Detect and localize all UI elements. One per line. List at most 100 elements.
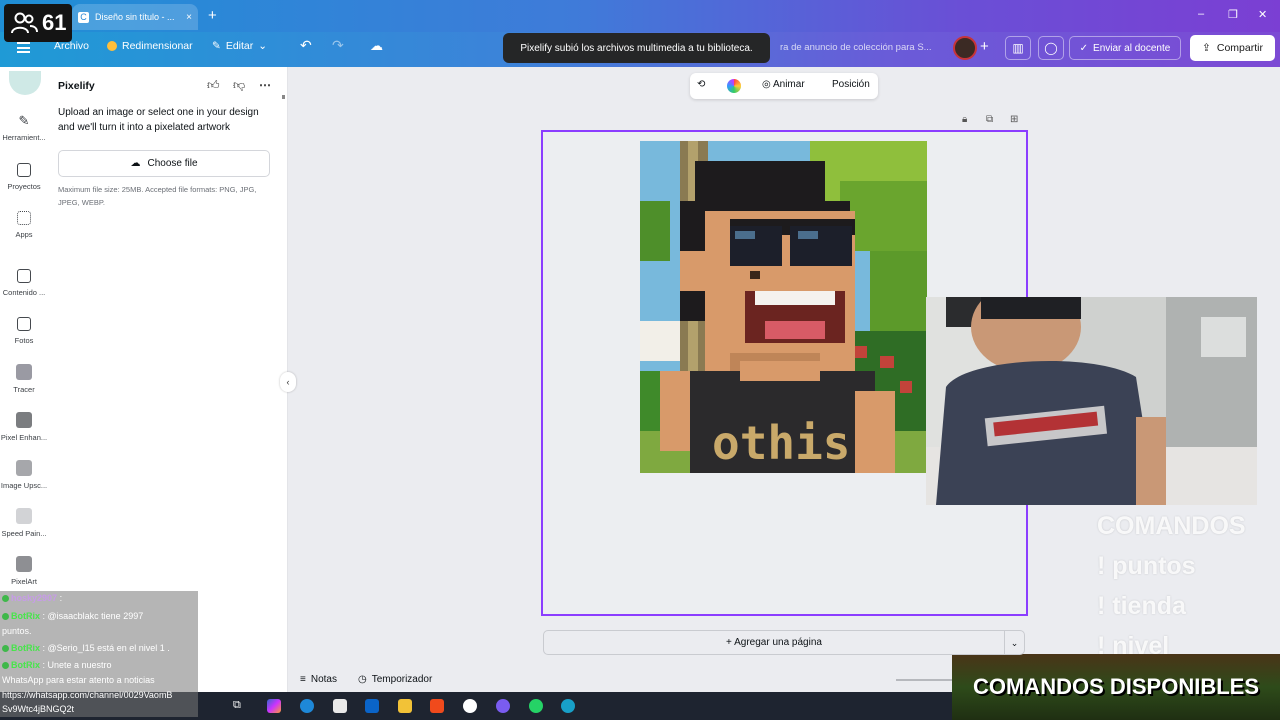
add-collaborator-button[interactable]: + [980, 38, 989, 55]
menu-icon[interactable] [17, 42, 30, 53]
add-page-icon[interactable]: ⊞ [1010, 114, 1018, 125]
store-icon[interactable] [333, 699, 347, 713]
cloud-save-icon[interactable]: ☁ [370, 38, 383, 54]
pixel-portrait-illustration: othis [640, 141, 927, 473]
rail-label: Herramient... [2, 133, 46, 142]
pixel-enhancer-app-icon [16, 412, 32, 428]
resize-label: Redimensionar [122, 40, 193, 52]
insights-chart-icon[interactable]: ▥ [1005, 36, 1031, 60]
rail-item-content[interactable]: Contenido ... [0, 269, 48, 297]
rail-item-photos[interactable]: Fotos [0, 317, 48, 345]
lock-icon[interactable]: 🔒︎ [962, 114, 967, 125]
task-view-icon[interactable]: ⧉ [233, 699, 247, 713]
close-window-button[interactable]: ✕ [1258, 8, 1267, 21]
edge-browser-icon[interactable] [300, 699, 314, 713]
whatsapp-icon[interactable] [529, 699, 543, 713]
file-explorer-icon[interactable] [398, 699, 412, 713]
zoom-slider[interactable] [896, 679, 952, 681]
rail-item-tracer[interactable]: Tracer [0, 364, 48, 394]
chat-message: https://whatsapp.com/channel/0029VaomB [2, 690, 173, 700]
add-page-chevron-icon[interactable]: ⌄ [1004, 630, 1025, 655]
browser-tab-strip: C Diseño sin título - ... × + – ❐ ✕ [0, 0, 1280, 32]
speed-painter-app-icon [16, 508, 32, 524]
check-circle-icon: ✓ [1079, 42, 1089, 54]
collapse-panel-button[interactable]: ‹ [280, 372, 296, 392]
add-page-button[interactable]: + Agregar una página [543, 630, 1005, 655]
discord-icon[interactable] [496, 699, 510, 713]
rail-item-pixel-enhancer[interactable]: Pixel Enhan... [0, 412, 48, 442]
new-tab-button[interactable]: + [208, 7, 217, 24]
maximize-button[interactable]: ❐ [1228, 8, 1238, 21]
command-item: ! puntos [1097, 552, 1196, 580]
minimize-button[interactable]: – [1198, 8, 1204, 20]
share-button[interactable]: ⇪ Compartir [1190, 35, 1275, 61]
timer-button[interactable]: ◷ Temporizador [358, 674, 432, 685]
commands-header: COMANDOS [1097, 512, 1246, 540]
timer-icon: ◷ [358, 674, 367, 685]
panel-title: Pixelify [58, 80, 95, 92]
element-toolbar: ⟲ ◎ Animar Posición [690, 73, 878, 99]
color-wheel-icon [727, 79, 741, 93]
rail-label: Pixel Enhan... [0, 433, 48, 442]
rail-label: Proyectos [7, 182, 41, 191]
rail-item-projects[interactable]: Proyectos [0, 163, 48, 191]
copilot-icon[interactable] [267, 699, 281, 713]
notes-button[interactable]: ≡ Notas [300, 674, 337, 685]
rail-item-tools[interactable]: ✎ Herramient... [0, 113, 48, 143]
more-options-icon[interactable]: ⋯ [259, 78, 271, 92]
canva-app-icon[interactable] [561, 699, 575, 713]
rail-item-apps[interactable]: Apps [0, 211, 48, 239]
panel-description: Upload an image or select one in your de… [58, 107, 259, 133]
undo-icon[interactable]: ↶ [300, 37, 312, 54]
user-avatar[interactable] [953, 36, 977, 60]
send-teacher-label: Enviar al docente [1093, 42, 1171, 54]
pencil-icon: ✎ [212, 40, 221, 52]
chevron-down-icon: ⌄ [258, 40, 268, 52]
tracer-app-icon [16, 364, 32, 380]
document-title[interactable]: ra de anuncio de colección para S... [780, 42, 936, 53]
thumbs-down-icon[interactable]: 👎︎ [233, 78, 245, 93]
animate-button[interactable]: ◎ Animar [762, 79, 805, 90]
apps-grid-icon [17, 211, 31, 225]
duplicate-page-icon[interactable]: ⧉ [986, 114, 993, 125]
notes-label: Notas [310, 674, 337, 685]
position-button[interactable]: Posición [832, 79, 870, 90]
choose-file-button[interactable]: ☁ Choose file [58, 150, 270, 177]
tab-close-icon[interactable]: × [186, 12, 192, 23]
crown-icon [107, 41, 117, 51]
obs-icon[interactable] [463, 699, 477, 713]
chat-message: BotRix : Unete a nuestro [2, 660, 112, 670]
rail-item-pixelart[interactable]: PixelArt [0, 556, 48, 586]
chat-message: BotRix : @Serio_l15 está en el nivel 1 . [2, 643, 170, 653]
color-picker[interactable] [727, 79, 741, 93]
pixelart-app-icon [16, 556, 32, 572]
brave-browser-icon[interactable] [430, 699, 444, 713]
magic-edit-icon[interactable]: ⟲ [697, 79, 705, 90]
send-to-teacher-button[interactable]: ✓ Enviar al docente [1069, 36, 1181, 60]
photo-icon [17, 317, 31, 331]
edit-menu[interactable]: ✎ Editar ⌄ [212, 40, 267, 52]
thumbs-up-icon[interactable]: 👍︎ [207, 78, 220, 93]
chat-message: puntos. [2, 626, 32, 636]
browser-tab[interactable]: C Diseño sin título - ... × [72, 4, 198, 30]
panel-scrollbar[interactable] [282, 95, 285, 99]
rail-item-image-upscaler[interactable]: Image Upsc... [0, 460, 48, 490]
viewer-count: 61 [42, 10, 67, 35]
resize-button[interactable]: Redimensionar [107, 40, 193, 52]
rail-label: Fotos [14, 336, 34, 345]
rail-label: Apps [15, 230, 33, 239]
outlook-icon[interactable] [365, 699, 379, 713]
shirt-text: othis [712, 416, 850, 470]
rail-item-speed-painter[interactable]: Speed Pain... [0, 508, 48, 538]
edit-label: Editar [225, 40, 254, 52]
redo-icon[interactable]: ↷ [332, 37, 344, 54]
commands-banner: COMANDOS DISPONIBLES [952, 654, 1280, 720]
canva-favicon-icon: C [78, 11, 89, 23]
pixelated-artwork[interactable]: othis [640, 141, 927, 473]
comment-icon[interactable]: ◯ [1038, 36, 1064, 60]
command-item: ! tienda [1097, 592, 1186, 620]
folder-icon [17, 163, 31, 177]
file-size-note: Maximum file size: 25MB. Accepted file f… [58, 185, 257, 207]
pencil-icon: ✎ [18, 113, 30, 128]
image-upscaler-app-icon [16, 460, 32, 476]
